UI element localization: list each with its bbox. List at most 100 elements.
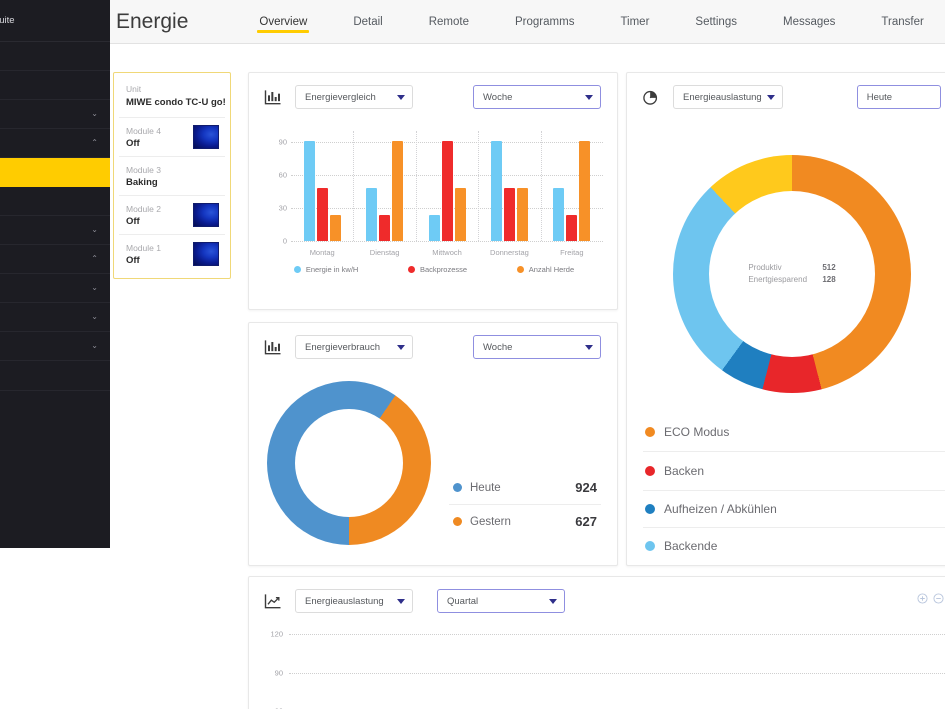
metric-select-energieverbrauch[interactable]: Energieverbrauch [295, 335, 413, 359]
sidebar-item-9[interactable]: ation⌄ [0, 303, 110, 332]
legend-item: Energie in kw/H [293, 265, 358, 274]
bar-backprozesse [566, 214, 578, 241]
pie-chart-icon [641, 87, 661, 107]
sidebar-item-1[interactable]: s [0, 71, 110, 100]
module-text: Module 4 Off [126, 126, 161, 149]
legend-color-dot [645, 504, 655, 514]
legend-color-dot [293, 266, 301, 273]
donut-center-key: Produktiv [748, 263, 782, 273]
bar-backprozesse [441, 140, 453, 241]
nav-tab-detail[interactable]: Detail [330, 0, 405, 44]
chevron-down-icon [397, 345, 405, 350]
period-select-value: Woche [483, 341, 513, 353]
nav-tab-remote[interactable]: Remote [406, 0, 492, 44]
usage-legend-label: Gestern [470, 515, 511, 528]
legend-item: Backprozesse [407, 265, 468, 274]
zoom-out-icon[interactable] [933, 593, 944, 604]
bar-y-label: 0 [282, 236, 287, 246]
load-legend-row: Aufheizen / Abkühlen [643, 490, 945, 527]
period-select-energieverbrauch[interactable]: Woche [473, 335, 601, 359]
module-row-3[interactable]: Module 2 Off [119, 195, 225, 234]
nav-tab-programms[interactable]: Programms [492, 0, 597, 44]
brand-logo[interactable]: WE shop baking suite [0, 0, 110, 42]
chevron-down-icon [585, 345, 593, 350]
donut-center-value: 512 [822, 263, 836, 273]
sidebar-item-4[interactable]: w [0, 158, 110, 187]
nav-tab-messages[interactable]: Messages [760, 0, 858, 44]
chevron-down-icon [397, 599, 405, 604]
trend-y-label: 120 [270, 629, 283, 639]
load-legend-label: Backen [664, 464, 705, 478]
period-select-trend[interactable]: Quartal [437, 589, 565, 613]
unit-panel[interactable]: Unit MIWE condo TC-U go! Module 4 Off Modu… [113, 72, 231, 279]
metric-select-value: Energieverbrauch [305, 341, 380, 353]
module-name: Module 3 [126, 164, 161, 175]
bar-group [478, 131, 540, 241]
bar-energie-in-kw-h [553, 188, 565, 241]
sidebar-item-6[interactable]: ⌄ [0, 216, 110, 245]
trend-y-label: 90 [274, 668, 283, 678]
line-chart-icon [263, 591, 283, 611]
brand-tagline: shop baking suite [0, 15, 15, 26]
bar-y-label: 90 [278, 137, 287, 147]
module-state: Off [126, 215, 140, 227]
terms-link[interactable]: ms and Conditions [0, 467, 110, 482]
chevron-down-icon: ⌄ [91, 225, 98, 234]
module-thumbnail [193, 242, 219, 266]
bar-y-label: 30 [278, 203, 287, 213]
bar-energie-in-kw-h [366, 188, 378, 241]
sidebar-item-5[interactable]: ges [0, 187, 110, 216]
bar-group [416, 131, 478, 241]
nav-tab-overview[interactable]: Overview [236, 0, 330, 44]
period-select-value: Heute [866, 91, 893, 103]
chevron-down-icon: ⌄ [91, 312, 98, 321]
module-name: Module 1 [126, 242, 161, 253]
zoom-in-icon[interactable] [917, 593, 928, 604]
sidebar-item-10[interactable]: ⌄ [0, 332, 110, 361]
donut-center-value: 128 [822, 275, 836, 284]
period-select-energievergleich[interactable]: Woche [473, 85, 601, 109]
bar-anzahl-herde [454, 188, 466, 241]
bar-gridline [291, 241, 603, 242]
load-legend-row: Backen1 [643, 451, 945, 490]
metric-select-trend[interactable]: Energieauslastung [295, 589, 413, 613]
nav-tab-timer[interactable]: Timer [597, 0, 672, 44]
bar-energie-in-kw-h [428, 214, 440, 241]
sidebar-item-7[interactable]: ⌃ [0, 245, 110, 274]
sidebar-divider [0, 361, 110, 391]
bar-energie-in-kw-h [490, 140, 502, 241]
top-bar: Energie Overview Detail Remote Programms Tim… [110, 0, 945, 44]
sidebar-item-3[interactable]: ⌃ [0, 129, 110, 158]
module-row-1[interactable]: Module 4 Off [119, 117, 225, 156]
bar-group [541, 131, 603, 241]
nav-tab-transfer[interactable]: Transfer [858, 0, 945, 44]
chevron-down-icon: ⌄ [91, 341, 98, 350]
module-row-2[interactable]: Module 3 Baking [119, 156, 225, 195]
sidebar-item-8[interactable]: ⌄ [0, 274, 110, 303]
nav-tab-label: Settings [695, 15, 737, 28]
bar-chart-legend: Energie in kw/H Backprozesse Anzahl Herde [269, 265, 599, 274]
metric-select-energieauslastung[interactable]: Energieauslastung [673, 85, 783, 109]
period-select-energieauslastung[interactable]: Heute [856, 85, 941, 109]
load-legend-name: Backen [645, 464, 704, 478]
donut-center-row: Produktiv 512 [748, 262, 835, 274]
legend-color-dot [407, 266, 415, 273]
nav-tab-settings[interactable]: Settings [672, 0, 760, 44]
card-energieauslastung: Energieauslastung Heute Produktiv 512 Ener… [626, 72, 945, 566]
module-text: Module 1 Off [126, 243, 161, 266]
usage-legend-label: Heute [470, 481, 501, 494]
sidebar-item-0[interactable]: d [0, 42, 110, 71]
sidebar: WE shop baking suite ds⌄⌃wges⌄⌃⌄ation⌄⌄ … [0, 0, 110, 548]
bar-y-label: 60 [278, 170, 287, 180]
module-row-4[interactable]: Module 1 Off [119, 234, 225, 273]
metric-select-energievergleich[interactable]: Energievergleich [295, 85, 413, 109]
legend-label: Backprozesse [419, 265, 468, 274]
bar-x-label: Dienstag [369, 248, 400, 257]
load-legend-label: Aufheizen / Abkühlen [664, 502, 777, 516]
sidebar-item-2[interactable]: ⌄ [0, 100, 110, 129]
bar-backprozesse [503, 188, 515, 241]
bar-group [353, 131, 415, 241]
bar-backprozesse [379, 214, 391, 241]
load-legend-label: Backende [664, 539, 718, 553]
module-thumbnail [193, 125, 219, 149]
